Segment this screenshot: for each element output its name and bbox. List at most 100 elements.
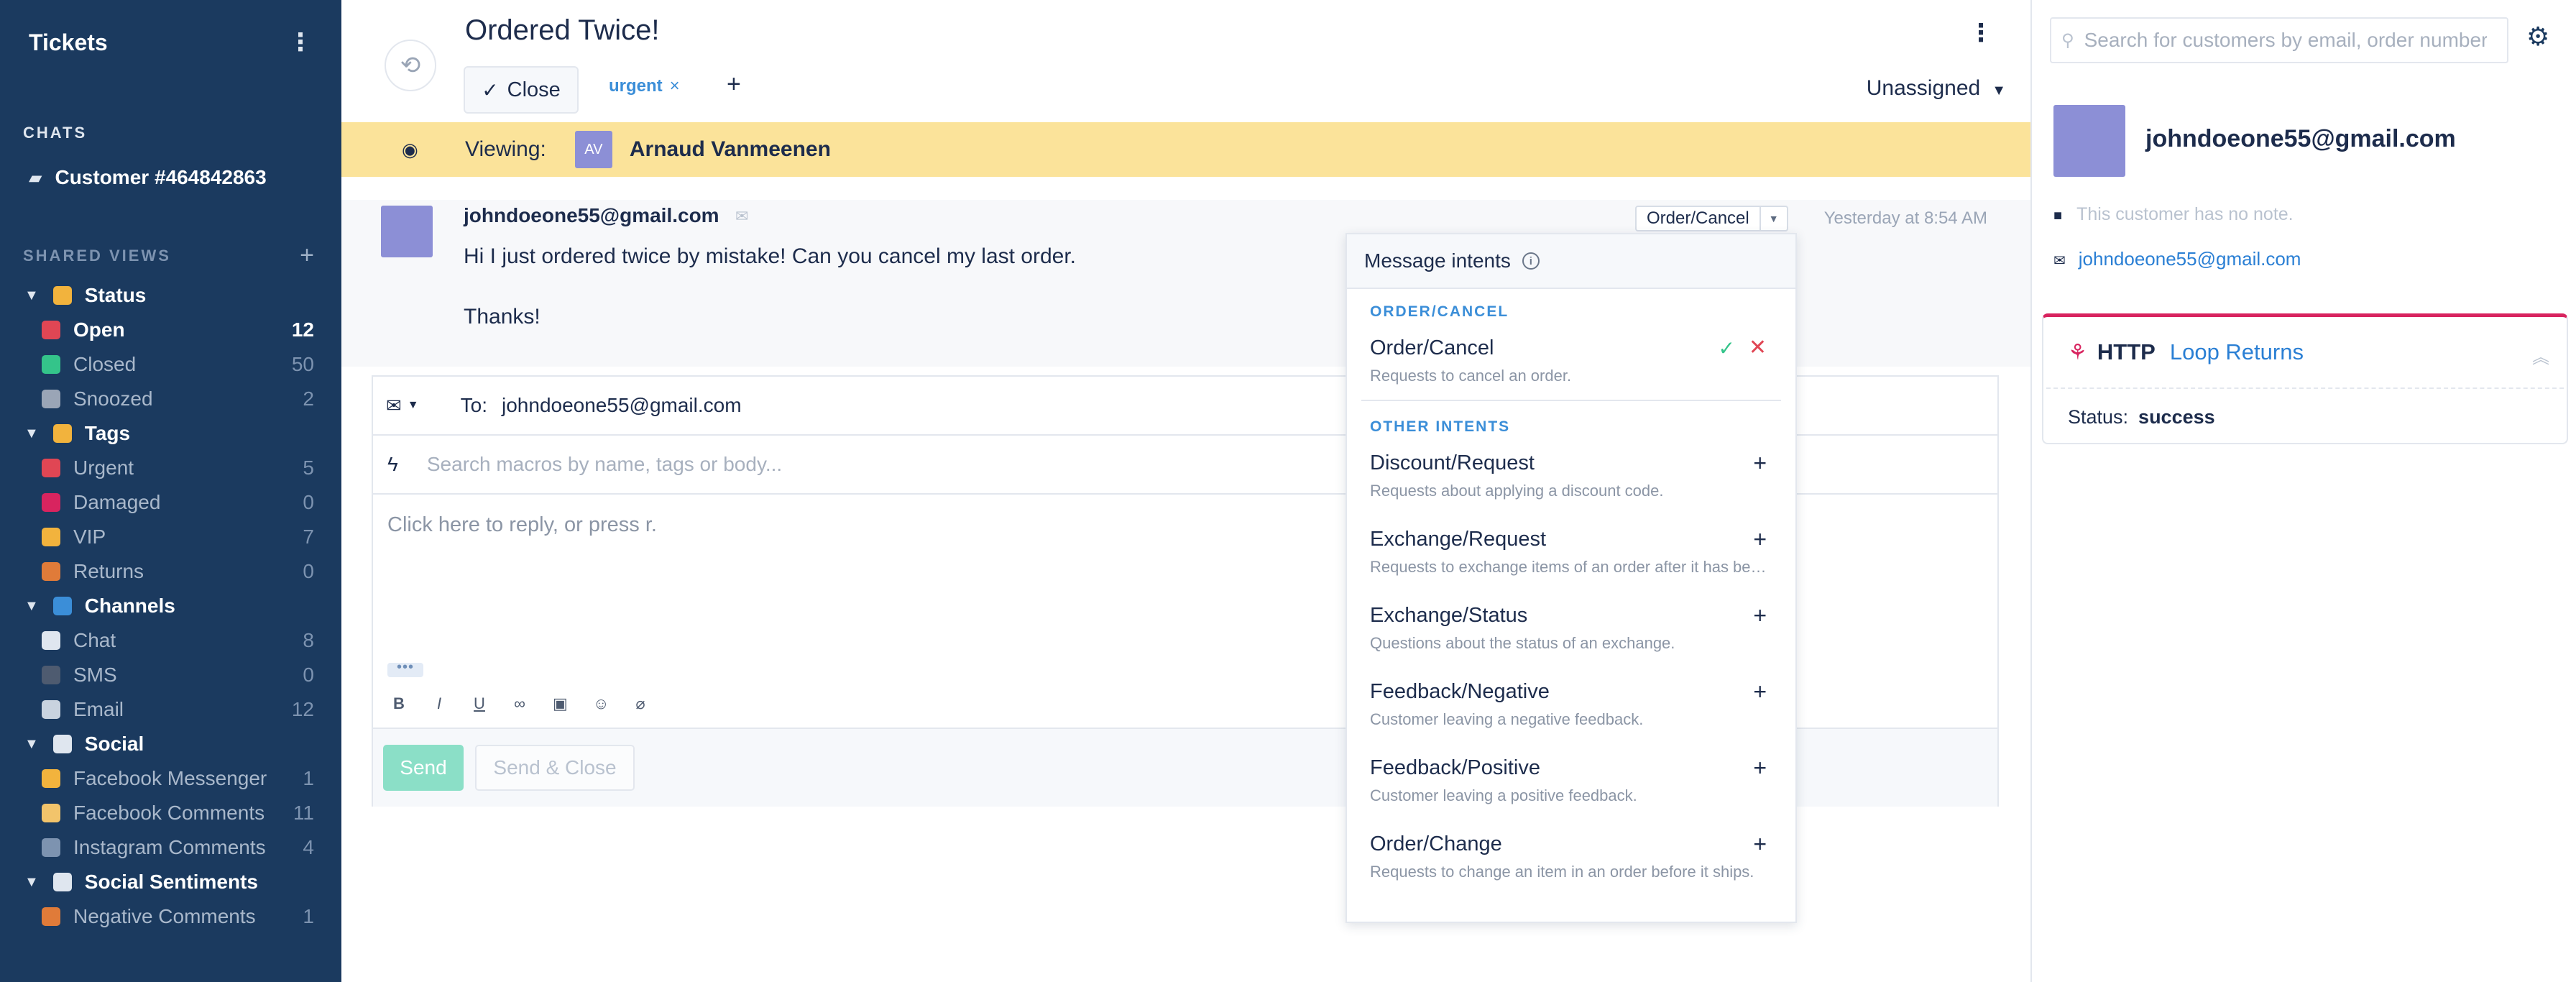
caret-down-icon[interactable]: ▼ — [1759, 207, 1787, 230]
sidebar-item-closed[interactable]: Closed 50 — [0, 347, 341, 382]
sidebar-item-negative-comments[interactable]: Negative Comments 1 — [0, 899, 341, 934]
sidebar-item-email[interactable]: Email 12 — [0, 692, 341, 727]
intent-item[interactable]: Discount/Request Requests about applying … — [1347, 436, 1795, 512]
intent-name: Exchange/Request — [1370, 528, 1547, 551]
status-label: Status: — [2068, 406, 2129, 428]
underline-icon[interactable]: U — [472, 694, 487, 713]
intent-item[interactable]: Feedback/Positive Customer leaving a posi… — [1347, 740, 1795, 817]
customer-search-input[interactable] — [2084, 29, 2487, 52]
add-intent-icon[interactable]: + — [1753, 831, 1767, 858]
add-intent-icon[interactable]: + — [1753, 602, 1767, 629]
sidebar-group-tags[interactable]: ▼ Tags — [0, 416, 341, 451]
intent-name: Feedback/Positive — [1370, 756, 1540, 779]
sidebar-item-sms[interactable]: SMS 0 — [0, 658, 341, 692]
viewer-name: Arnaud Vanmeenen — [629, 137, 831, 161]
http-widget-header[interactable]: ⚘ HTTP Loop Returns ︽ — [2046, 317, 2564, 389]
history-button[interactable]: ⟲ — [385, 40, 436, 91]
sidebar-item-vip[interactable]: VIP 7 — [0, 520, 341, 554]
intent-category-other: OTHER INTENTS — [1370, 418, 1511, 435]
sidebar-group-social-sentiments[interactable]: ▼ Social Sentiments — [0, 865, 341, 899]
tag-chip-urgent[interactable]: urgent × — [609, 76, 680, 96]
chat-item-customer[interactable]: ▰ Customer #464842863 — [0, 157, 341, 198]
sidebar-item-instagram-comments[interactable]: Instagram Comments 4 — [0, 830, 341, 865]
add-intent-icon[interactable]: + — [1753, 755, 1767, 781]
intent-item[interactable]: Exchange/Status Questions about the statu… — [1347, 588, 1795, 664]
intent-item[interactable]: Order/Change Requests to change an item i… — [1347, 817, 1795, 893]
link-icon[interactable]: ∞ — [512, 694, 527, 713]
sidebar-item-label: Chat — [73, 629, 116, 651]
view-icon — [42, 562, 60, 581]
intent-item-current: Order/Cancel Requests to cancel an order… — [1347, 321, 1795, 397]
add-tag-button[interactable]: + — [727, 70, 741, 98]
message-body-line: Thanks! — [464, 305, 540, 329]
sidebar-group-status[interactable]: ▼ Status — [0, 278, 341, 313]
add-intent-icon[interactable]: + — [1753, 450, 1767, 477]
customer-note[interactable]: ■ This customer has no note. — [2053, 204, 2294, 225]
widget-name[interactable]: Loop Returns — [2170, 339, 2304, 365]
sender-email[interactable]: johndoeone55@gmail.com — [464, 204, 719, 227]
intent-description: Requests to cancel an order. — [1370, 367, 1572, 385]
send-button[interactable]: Send — [383, 745, 464, 791]
attachment-icon[interactable]: ⌀ — [633, 694, 648, 713]
caret-down-icon[interactable]: ▼ — [24, 736, 39, 753]
ticket-menu-icon[interactable]: ⋮ — [1969, 19, 1993, 47]
caret-down-icon[interactable]: ▼ — [24, 874, 39, 891]
intent-item[interactable]: Feedback/Negative Customer leaving a nega… — [1347, 664, 1795, 740]
sidebar-item-facebook-comments[interactable]: Facebook Comments 11 — [0, 796, 341, 830]
view-icon — [42, 804, 60, 822]
intent-badge-label: Order/Cancel — [1647, 208, 1749, 228]
remove-tag-icon[interactable]: × — [670, 76, 680, 96]
sidebar-item-damaged[interactable]: Damaged 0 — [0, 485, 341, 520]
sidebar-group-social[interactable]: ▼ Social — [0, 727, 341, 761]
caret-down-icon[interactable]: ▼ — [24, 598, 39, 615]
caret-down-icon[interactable]: ▼ — [24, 426, 39, 442]
add-intent-icon[interactable]: + — [1753, 679, 1767, 705]
close-ticket-button[interactable]: ✓ Close — [464, 66, 579, 114]
intent-description: Requests about applying a discount code. — [1370, 482, 1664, 500]
sidebar-item-open[interactable]: Open 12 — [0, 313, 341, 347]
macro-search-input[interactable]: Search macros by name, tags or body... — [427, 453, 782, 476]
reply-placeholder: Click here to reply, or press r. — [387, 513, 657, 536]
sidebar-group-channels[interactable]: ▼ Channels — [0, 589, 341, 623]
intent-description: Requests to exchange items of an order a… — [1370, 558, 1769, 576]
emoji-icon[interactable]: ☺ — [593, 694, 609, 713]
envelope-icon[interactable]: ✉ — [386, 395, 402, 417]
sidebar-item-count: 2 — [303, 387, 314, 410]
sidebar-item-urgent[interactable]: Urgent 5 — [0, 451, 341, 485]
italic-icon[interactable]: I — [432, 694, 446, 713]
add-intent-icon[interactable]: + — [1753, 526, 1767, 553]
sidebar-group-label: Status — [84, 284, 147, 306]
sidebar-group-label: Tags — [84, 422, 131, 444]
more-options-icon[interactable]: ••• — [387, 660, 423, 677]
sidebar-item-chat[interactable]: Chat 8 — [0, 623, 341, 658]
reject-intent-icon[interactable]: ✕ — [1749, 335, 1767, 360]
http-widget: ⚘ HTTP Loop Returns ︽ Status: success — [2042, 313, 2568, 444]
ticket-title[interactable]: Ordered Twice! — [465, 14, 660, 47]
view-icon — [42, 321, 60, 339]
sidebar-menu-icon[interactable]: ⋮ — [288, 30, 313, 55]
intent-badge[interactable]: Order/Cancel ▼ — [1635, 206, 1788, 231]
sidebar-item-facebook-messenger[interactable]: Facebook Messenger 1 — [0, 761, 341, 796]
image-icon[interactable]: ▣ — [553, 694, 568, 713]
laptop-icon — [52, 735, 72, 753]
send-and-close-button[interactable]: Send & Close — [475, 745, 635, 791]
note-icon: ■ — [2053, 208, 2063, 224]
caret-down-icon[interactable]: ▼ — [24, 288, 39, 304]
assignee-dropdown[interactable]: Unassigned ▼ — [1867, 76, 2006, 101]
caret-down-icon[interactable]: ▼ — [408, 399, 419, 412]
sidebar-item-returns[interactable]: Returns 0 — [0, 554, 341, 589]
eye-icon: ◉ — [402, 138, 418, 160]
recipient-address[interactable]: johndoeone55@gmail.com — [502, 394, 742, 417]
customer-email[interactable]: ✉ johndoeone55@gmail.com — [2053, 248, 2301, 270]
add-view-icon[interactable]: + — [300, 242, 314, 270]
intents-header: Message intents i — [1347, 234, 1795, 289]
confirm-intent-icon[interactable]: ✓ — [1719, 336, 1735, 360]
gear-icon[interactable]: ⚙ — [2526, 22, 2549, 52]
customer-name[interactable]: johndoeone55@gmail.com — [2145, 125, 2456, 153]
sidebar-item-snoozed[interactable]: Snoozed 2 — [0, 382, 341, 416]
collapse-icon[interactable]: ︽ — [2532, 343, 2549, 368]
view-icon — [42, 666, 60, 684]
intent-item[interactable]: Exchange/Request Requests to exchange ite… — [1347, 512, 1795, 588]
info-icon[interactable]: i — [1522, 252, 1540, 270]
bold-icon[interactable]: B — [392, 694, 406, 713]
